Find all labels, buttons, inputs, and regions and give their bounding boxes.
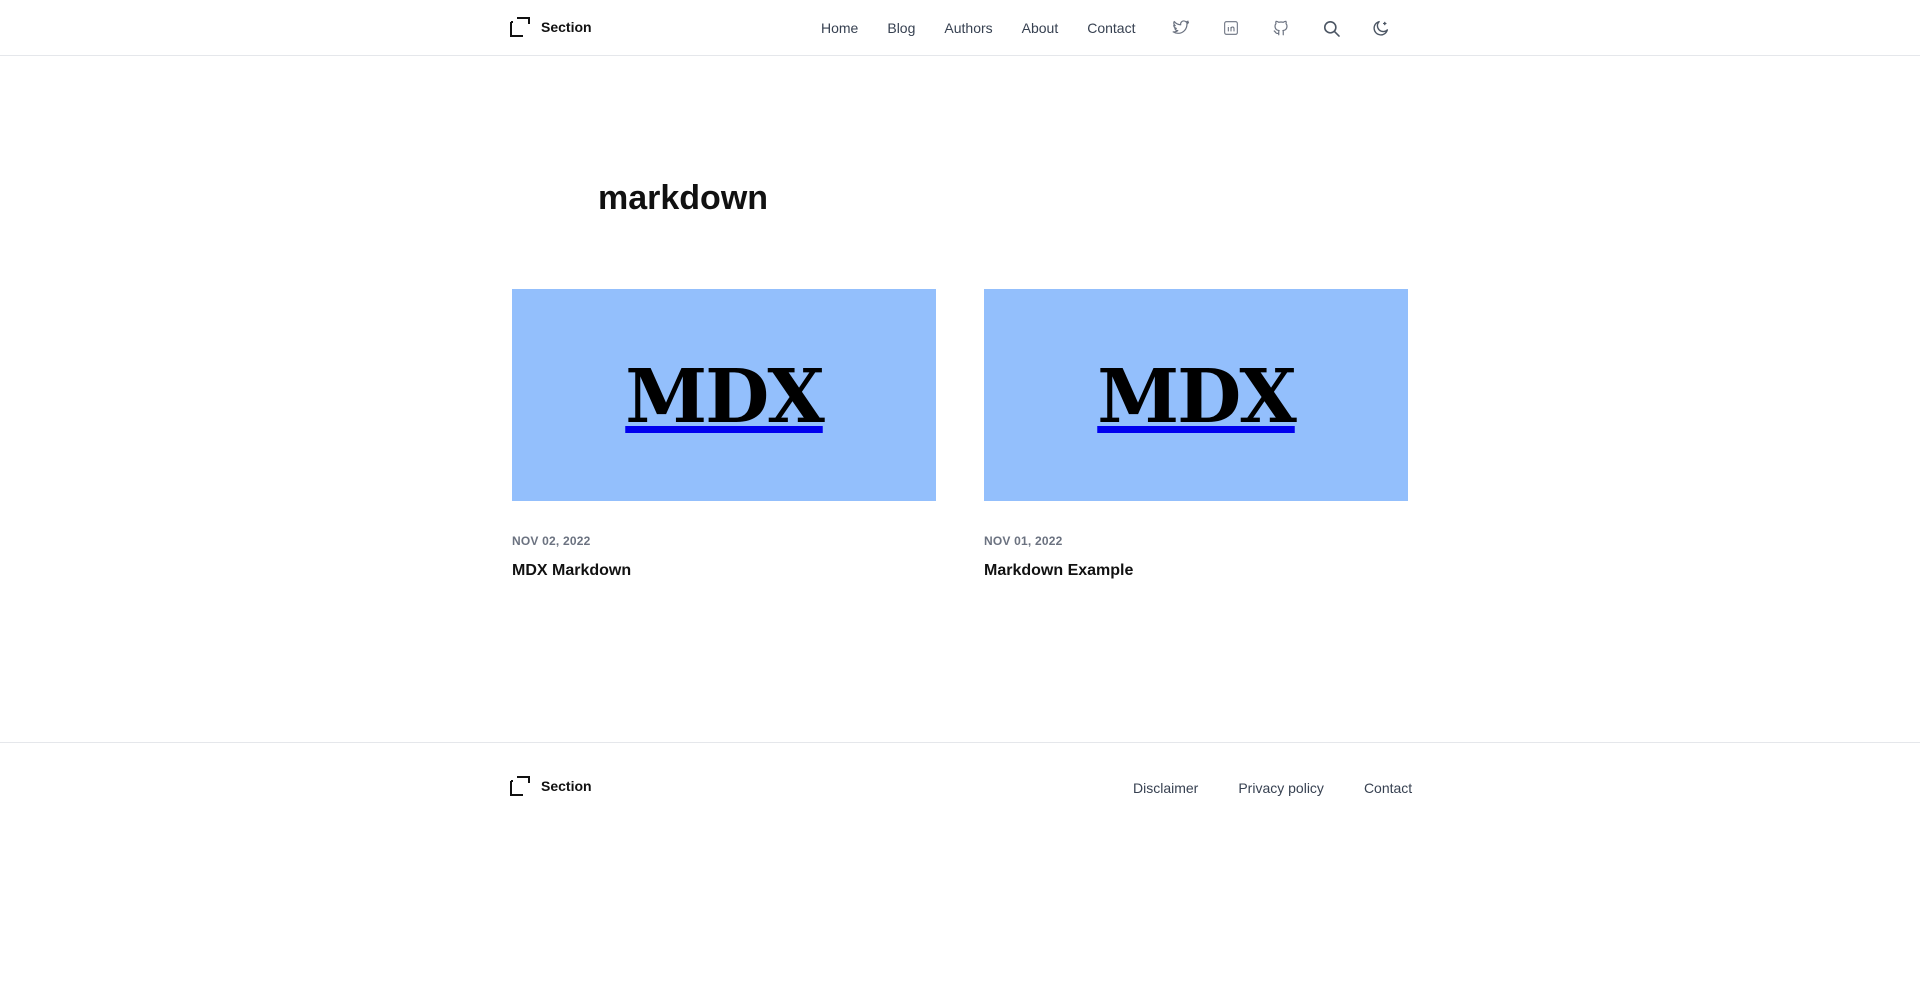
main-nav: Home Blog Authors About Contact — [821, 20, 1135, 36]
post-thumbnail[interactable]: MDX — [984, 289, 1408, 501]
post-date: NOV 02, 2022 — [512, 534, 591, 548]
twitter-icon[interactable] — [1170, 17, 1192, 39]
header-logo[interactable]: Section — [509, 16, 592, 38]
site-footer: Section Disclaimer Privacy policy Contac… — [0, 742, 1920, 982]
post-thumbnail[interactable]: MDX — [512, 289, 936, 501]
nav-blog[interactable]: Blog — [887, 20, 915, 36]
post-date: NOV 01, 2022 — [984, 534, 1063, 548]
post-card: MDX NOV 02, 2022 MDX Markdown — [512, 289, 936, 581]
footer-link-disclaimer[interactable]: Disclaimer — [1133, 780, 1198, 796]
footer-logo[interactable]: Section — [509, 775, 592, 797]
thumbnail-text: MDX — [1097, 354, 1296, 440]
post-title-link[interactable]: MDX Markdown — [512, 561, 631, 581]
nav-contact[interactable]: Contact — [1087, 20, 1135, 36]
footer-link-privacy-policy[interactable]: Privacy policy — [1238, 780, 1324, 796]
nav-home[interactable]: Home — [821, 20, 858, 36]
linkedin-icon[interactable] — [1220, 17, 1242, 39]
logo-icon — [510, 776, 530, 796]
post-card: MDX NOV 01, 2022 Markdown Example — [984, 289, 1408, 581]
post-title-link[interactable]: Markdown Example — [984, 561, 1133, 581]
site-header: Section Home Blog Authors About Contact — [0, 0, 1920, 56]
github-icon[interactable] — [1270, 17, 1292, 39]
logo-text: Section — [541, 19, 592, 35]
footer-nav: Disclaimer Privacy policy Contact — [1133, 780, 1412, 796]
header-icons — [1170, 17, 1392, 39]
logo-text: Section — [541, 778, 592, 794]
thumbnail-text: MDX — [625, 354, 824, 440]
page-title: markdown — [598, 179, 769, 217]
nav-about[interactable]: About — [1022, 20, 1059, 36]
logo-icon — [510, 17, 530, 37]
theme-toggle-icon[interactable] — [1370, 17, 1392, 39]
nav-authors[interactable]: Authors — [944, 20, 992, 36]
search-icon[interactable] — [1320, 17, 1342, 39]
footer-link-contact[interactable]: Contact — [1364, 780, 1412, 796]
